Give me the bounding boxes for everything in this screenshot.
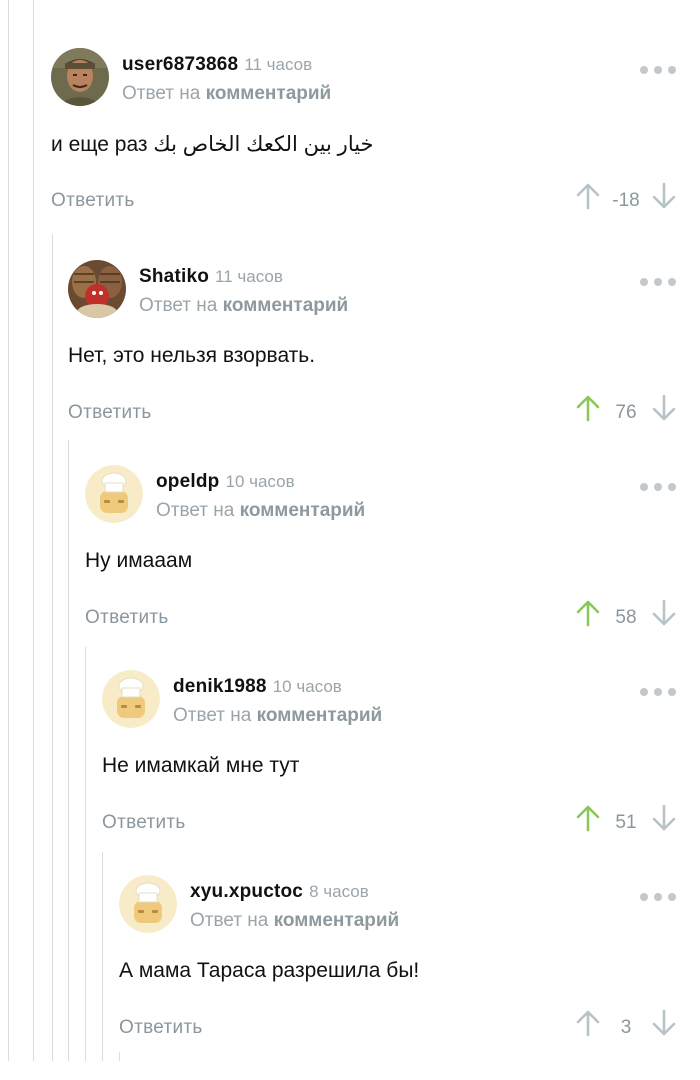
default-chef-avatar[interactable]	[85, 465, 143, 523]
thread-line	[8, 0, 9, 1061]
more-options-icon[interactable]	[640, 482, 676, 492]
rating-score: 76	[615, 402, 637, 423]
username[interactable]: denik1988 10 часов	[173, 676, 342, 698]
rating-score: 3	[620, 1017, 632, 1038]
reply-button[interactable]: Ответить	[51, 190, 135, 212]
default-chef-avatar[interactable]	[102, 670, 160, 728]
timestamp: 11 часов	[244, 55, 313, 74]
comment-text: Нет, это нельзя взорвать.	[68, 344, 316, 367]
thread-line	[85, 647, 86, 1061]
more-options-icon[interactable]	[640, 65, 676, 75]
reply-button[interactable]: Ответить	[119, 1017, 203, 1039]
reply-to: Ответ на комментарий	[122, 83, 332, 104]
downvote-icon[interactable]	[652, 599, 676, 627]
comment: Shatiko 11 часов Ответ на комментарий Нет…	[68, 260, 700, 465]
more-options-icon[interactable]	[640, 892, 676, 902]
user-avatar[interactable]	[51, 48, 109, 106]
downvote-icon[interactable]	[652, 804, 676, 832]
timestamp: 8 часов	[309, 882, 369, 901]
username[interactable]: user6873868 11 часов	[122, 54, 312, 76]
parent-comment-link[interactable]: комментарий	[274, 910, 400, 931]
thread-line	[102, 852, 103, 1061]
timestamp: 11 часов	[215, 267, 283, 286]
rating-score: 58	[615, 607, 637, 628]
username[interactable]: opeldp 10 часов	[156, 471, 295, 493]
upvote-icon[interactable]	[576, 182, 600, 210]
comment: opeldp 10 часов Ответ на комментарий Ну и…	[85, 465, 700, 670]
comment: user6873868 11 часов Ответ на комментарий…	[51, 48, 700, 253]
parent-comment-link[interactable]: комментарий	[206, 83, 332, 104]
comment-text: А мама Тараса разрешила бы!	[119, 959, 420, 982]
username[interactable]: xyu.xpuctoc 8 часов	[190, 881, 369, 903]
timestamp: 10 часов	[225, 472, 295, 491]
user-avatar[interactable]	[68, 260, 126, 318]
more-options-icon[interactable]	[640, 687, 676, 697]
reply-to: Ответ на комментарий	[139, 295, 349, 316]
thread-line	[33, 0, 34, 1061]
comment-text: Ну имааам	[85, 549, 193, 572]
downvote-icon[interactable]	[652, 1009, 676, 1037]
more-options-icon[interactable]	[640, 277, 676, 287]
reply-to: Ответ на комментарий	[173, 705, 383, 726]
reply-to: Ответ на комментарий	[190, 910, 400, 931]
timestamp: 10 часов	[272, 677, 342, 696]
rating-score: -18	[612, 190, 640, 211]
comment: xyu.xpuctoc 8 часов Ответ на комментарий …	[119, 875, 700, 1080]
reply-button[interactable]: Ответить	[85, 607, 169, 629]
comment-text: Не имамкай мне тут	[102, 754, 300, 777]
upvote-icon[interactable]	[576, 1009, 600, 1037]
username[interactable]: Shatiko 11 часов	[139, 266, 283, 288]
reply-button[interactable]: Ответить	[68, 402, 152, 424]
thread-line	[68, 440, 69, 1061]
reply-to: Ответ на комментарий	[156, 500, 366, 521]
parent-comment-link[interactable]: комментарий	[240, 500, 366, 521]
upvote-icon[interactable]	[576, 394, 600, 422]
upvote-icon[interactable]	[576, 804, 600, 832]
reply-button[interactable]: Ответить	[102, 812, 186, 834]
rating-score: 51	[615, 812, 637, 833]
downvote-icon[interactable]	[652, 394, 676, 422]
comment: denik1988 10 часов Ответ на комментарий Н…	[102, 670, 700, 875]
comment-text: и еще раз خيار بين الكعك الخاص بك	[51, 133, 374, 156]
upvote-icon[interactable]	[576, 599, 600, 627]
thread-line	[52, 234, 53, 1061]
parent-comment-link[interactable]: комментарий	[223, 295, 349, 316]
parent-comment-link[interactable]: комментарий	[257, 705, 383, 726]
downvote-icon[interactable]	[652, 182, 676, 210]
default-chef-avatar[interactable]	[119, 875, 177, 933]
